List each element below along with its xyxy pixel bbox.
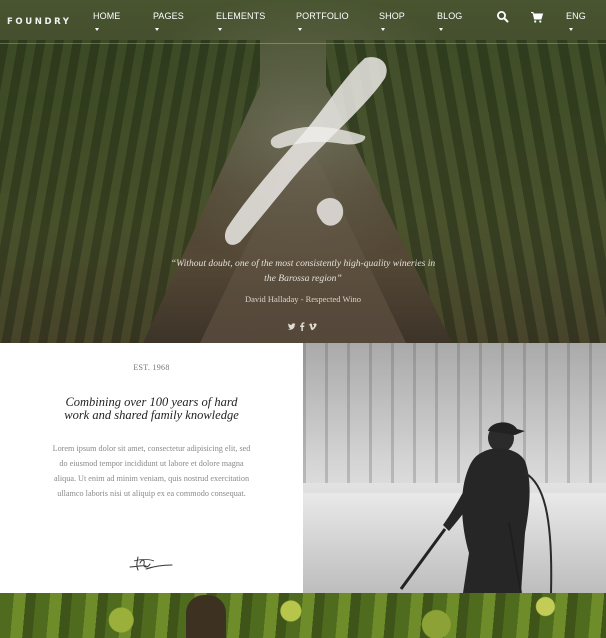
testimonial-author: David Halladay - Respected Wino (244, 294, 362, 304)
brush-stroke-logo-mark (224, 57, 387, 245)
nav-item-label: PORTFOLIO (296, 11, 349, 21)
nav-item-label: BLOG (437, 11, 463, 21)
caret-down-icon (95, 28, 99, 31)
nav-item-label: HOME (93, 11, 121, 21)
nav-item-pages[interactable]: PAGES (153, 11, 184, 31)
nav-item-label: PAGES (153, 11, 184, 21)
vineyard-worker-photo (303, 343, 606, 593)
nav-item-blog[interactable]: BLOG (437, 11, 462, 31)
about-section: EST. 1968 Combining over 100 years of ha… (0, 343, 303, 593)
social-links (287, 318, 319, 331)
person-in-vines (186, 595, 226, 638)
cart-icon[interactable] (530, 10, 544, 24)
established-label: EST. 1968 (133, 363, 170, 372)
vimeo-icon[interactable] (308, 318, 317, 331)
top-navigation: FOUNDRY HOME PAGES ELEMENTS PORTFOLIO SH… (0, 0, 606, 44)
nav-item-label: SHOP (379, 11, 405, 21)
nav-item-elements[interactable]: ELEMENTS (216, 11, 265, 31)
about-body-text: Lorem ipsum dolor sit amet, consectetur … (52, 444, 251, 498)
language-selector[interactable]: ENG (566, 11, 586, 31)
brand-logo[interactable]: FOUNDRY (7, 17, 72, 27)
nav-item-label: ELEMENTS (216, 11, 266, 21)
nav-item-portfolio[interactable]: PORTFOLIO (296, 11, 349, 31)
caret-down-icon (155, 28, 159, 31)
hero-section: FOUNDRY HOME PAGES ELEMENTS PORTFOLIO SH… (0, 0, 606, 343)
language-label: ENG (566, 11, 586, 21)
worker-silhouette (399, 422, 553, 593)
caret-down-icon (381, 28, 385, 31)
grapevine-photo-strip (0, 593, 606, 638)
caret-down-icon (218, 28, 222, 31)
caret-down-icon (298, 28, 302, 31)
nav-item-shop[interactable]: SHOP (379, 11, 405, 31)
testimonial-quote: “Without doubt, one of the most consiste… (170, 258, 436, 284)
signature-image (129, 556, 173, 571)
search-icon[interactable] (496, 10, 510, 24)
nav-item-home[interactable]: HOME (93, 11, 120, 31)
caret-down-icon (439, 28, 443, 31)
facebook-icon[interactable] (299, 318, 305, 331)
caret-down-icon (569, 28, 573, 31)
twitter-icon[interactable] (287, 318, 296, 330)
about-heading: Combining over 100 years of hard work an… (64, 395, 239, 422)
